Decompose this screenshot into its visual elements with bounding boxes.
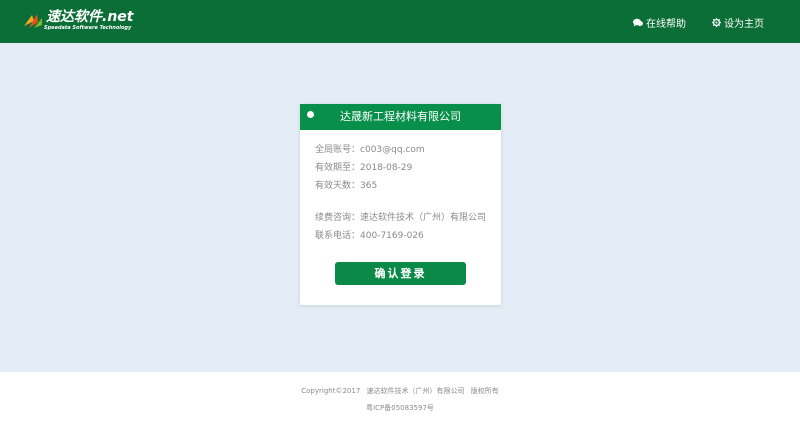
icp-line[interactable]: 粤ICP备05083597号 (0, 403, 800, 413)
gear-icon (712, 17, 721, 27)
confirm-login-button[interactable]: 确认登录 (335, 262, 466, 285)
set-homepage-label: 设为主页 (724, 18, 764, 30)
chat-bubble-icon (633, 18, 643, 26)
company-name: 达晟新工程材料有限公司 (340, 110, 461, 123)
copyright-text: Copyright©2017 (301, 387, 361, 395)
online-help-link[interactable]: 在线帮助 (633, 14, 686, 30)
icp-text[interactable]: 粤ICP备05083597号 (366, 404, 434, 412)
expiry-value: 2018-08-29 (360, 163, 413, 173)
renewal-row: 续费咨询：速达软件技术（广州）有限公司 (315, 212, 486, 224)
logo-subtitle: Speedata Software Technology (44, 25, 132, 31)
renewal-label: 续费咨询： (315, 213, 361, 223)
footer-company: 速达软件技术（广州）有限公司 (366, 387, 465, 395)
account-value: c003@qq.com (360, 145, 425, 155)
set-homepage-link[interactable]: 设为主页 (712, 14, 764, 30)
copyright-line: Copyright©2017 速达软件技术（广州）有限公司 版权所有 (0, 386, 800, 396)
top-bar: 速达软件.net Speedata Software Technology 在线… (0, 0, 800, 43)
logo-mark-icon (24, 14, 42, 28)
logo[interactable]: 速达软件.net Speedata Software Technology (22, 8, 134, 36)
expiry-row: 有效期至：2018-08-29 (315, 162, 412, 174)
footer: Copyright©2017 速达软件技术（广州）有限公司 版权所有 粤ICP备… (0, 372, 800, 424)
renewal-value: 速达软件技术（广州）有限公司 (360, 213, 487, 223)
account-label: 全局账号： (315, 145, 361, 155)
card-header: 达晟新工程材料有限公司 (300, 104, 501, 130)
days-value: 365 (360, 181, 378, 191)
phone-value: 400-7169-026 (360, 231, 424, 241)
phone-label: 联系电话： (315, 231, 361, 241)
days-row: 有效天数：365 (315, 180, 377, 192)
phone-row: 联系电话：400-7169-026 (315, 230, 424, 242)
rights-text: 版权所有 (470, 387, 499, 395)
logo-title: 速达软件.net (46, 9, 134, 25)
days-label: 有效天数： (315, 181, 361, 191)
online-help-label: 在线帮助 (646, 18, 686, 30)
account-row: 全局账号：c003@qq.com (315, 144, 425, 156)
expiry-label: 有效期至： (315, 163, 361, 173)
